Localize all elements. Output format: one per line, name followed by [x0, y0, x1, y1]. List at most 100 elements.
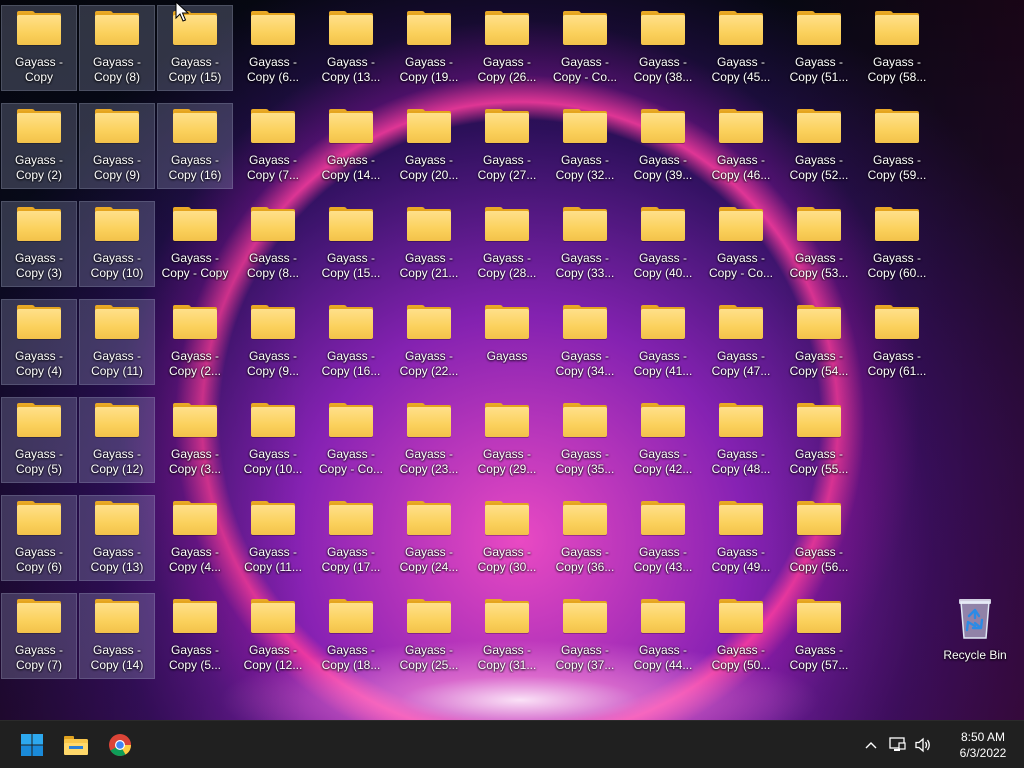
desktop-folder[interactable]: Gayass - Copy (14... — [313, 103, 389, 189]
desktop-folder[interactable]: Gayass - Copy (49... — [703, 495, 779, 581]
desktop-folder[interactable]: Gayass - Copy (47... — [703, 299, 779, 385]
desktop-folder[interactable]: Gayass - Copy (2) — [1, 103, 77, 189]
desktop-folder[interactable]: Gayass - Copy (3) — [1, 201, 77, 287]
desktop-folder[interactable]: Gayass - Copy (11... — [235, 495, 311, 581]
desktop-folder[interactable]: Gayass - Copy (61... — [859, 299, 935, 385]
folder-icon — [485, 109, 529, 143]
desktop-folder[interactable]: Gayass - Copy (19... — [391, 5, 467, 91]
desktop-folder[interactable]: Gayass - Copy (12... — [235, 593, 311, 679]
desktop-folder[interactable]: Gayass - Copy (45... — [703, 5, 779, 91]
desktop-folder[interactable]: Gayass - Copy (4... — [157, 495, 233, 581]
desktop-folder[interactable]: Gayass - Copy (2... — [157, 299, 233, 385]
desktop-folder[interactable]: Gayass - Copy - Co... — [703, 201, 779, 287]
desktop-folder[interactable]: Gayass - Copy (58... — [859, 5, 935, 91]
desktop-folder[interactable]: Gayass - Copy (41... — [625, 299, 701, 385]
desktop-folder[interactable]: Gayass - Copy (15... — [313, 201, 389, 287]
taskbar-clock[interactable]: 8:50 AM 6/3/2022 — [942, 729, 1024, 761]
desktop-folder[interactable]: Gayass - Copy (18... — [313, 593, 389, 679]
desktop-folder[interactable]: Gayass - Copy (5... — [157, 593, 233, 679]
desktop-folder[interactable]: Gayass - Copy (8) — [79, 5, 155, 91]
desktop-folder[interactable]: Gayass - Copy (22... — [391, 299, 467, 385]
desktop-folder[interactable]: Gayass - Copy (9) — [79, 103, 155, 189]
desktop-folder[interactable]: Gayass - Copy (56... — [781, 495, 857, 581]
desktop-folder[interactable]: Gayass - Copy (31... — [469, 593, 545, 679]
chrome-icon — [109, 734, 131, 756]
desktop-folder[interactable]: Gayass - Copy (14) — [79, 593, 155, 679]
desktop-folder[interactable]: Gayass - Copy (4) — [1, 299, 77, 385]
desktop-folder[interactable]: Gayass - Copy (17... — [313, 495, 389, 581]
folder-label: Gayass - Copy - Copy — [161, 251, 229, 280]
desktop-folder[interactable]: Gayass - Copy (7... — [235, 103, 311, 189]
folder-label: Gayass - Copy (57... — [789, 643, 849, 672]
desktop-folder[interactable]: Gayass - Copy (11) — [79, 299, 155, 385]
desktop-folder[interactable]: Gayass - Copy (28... — [469, 201, 545, 287]
desktop-folder[interactable]: Gayass - Copy (13... — [313, 5, 389, 91]
desktop-folder[interactable]: Gayass - Copy (46... — [703, 103, 779, 189]
desktop-folder[interactable]: Gayass - Copy (26... — [469, 5, 545, 91]
desktop-folder[interactable]: Gayass - Copy (48... — [703, 397, 779, 483]
folder-icon — [485, 599, 529, 633]
chrome-button[interactable] — [100, 725, 140, 765]
desktop-folder[interactable]: Gayass - Copy (3... — [157, 397, 233, 483]
desktop-folder[interactable]: Gayass - Copy (42... — [625, 397, 701, 483]
desktop-folder[interactable]: Gayass - Copy (52... — [781, 103, 857, 189]
desktop-folder[interactable]: Gayass - Copy - Co... — [547, 5, 623, 91]
folder-icon — [251, 599, 295, 633]
desktop-background[interactable]: Gayass - Copy Gayass - Copy (2) Gayass - C… — [0, 0, 1024, 720]
recycle-bin-label: Recycle Bin — [943, 648, 1007, 662]
desktop-folder[interactable]: Gayass - Copy (23... — [391, 397, 467, 483]
desktop-folder[interactable]: Gayass - Copy (30... — [469, 495, 545, 581]
desktop-folder[interactable]: Gayass - Copy (20... — [391, 103, 467, 189]
desktop-folder[interactable]: Gayass - Copy (5) — [1, 397, 77, 483]
desktop-folder[interactable]: Gayass — [469, 299, 545, 385]
desktop-folder[interactable]: Gayass - Copy — [1, 5, 77, 91]
desktop-folder[interactable]: Gayass - Copy (16... — [313, 299, 389, 385]
desktop-folder[interactable]: Gayass - Copy (36... — [547, 495, 623, 581]
desktop-folder[interactable]: Gayass - Copy (29... — [469, 397, 545, 483]
folder-label: Gayass - Copy (7... — [246, 153, 300, 182]
desktop-folder[interactable]: Gayass - Copy (40... — [625, 201, 701, 287]
volume-icon[interactable] — [910, 730, 936, 760]
desktop-folder[interactable]: Gayass - Copy (6... — [235, 5, 311, 91]
desktop-folder[interactable]: Gayass - Copy - Co... — [313, 397, 389, 483]
desktop-folder[interactable]: Gayass - Copy (24... — [391, 495, 467, 581]
file-explorer-button[interactable] — [56, 725, 96, 765]
desktop-folder[interactable]: Gayass - Copy (57... — [781, 593, 857, 679]
desktop-folder[interactable]: Gayass - Copy (9... — [235, 299, 311, 385]
desktop-folder[interactable]: Gayass - Copy (39... — [625, 103, 701, 189]
desktop-folder[interactable]: Gayass - Copy (59... — [859, 103, 935, 189]
desktop-folder[interactable]: Gayass - Copy (44... — [625, 593, 701, 679]
desktop-folder[interactable]: Gayass - Copy (6) — [1, 495, 77, 581]
desktop-folder[interactable]: Gayass - Copy (37... — [547, 593, 623, 679]
folder-label: Gayass - Copy (11... — [244, 545, 302, 574]
desktop-folder[interactable]: Gayass - Copy (8... — [235, 201, 311, 287]
desktop-folder[interactable]: Gayass - Copy (25... — [391, 593, 467, 679]
desktop-folder[interactable]: Gayass - Copy (38... — [625, 5, 701, 91]
desktop-folder[interactable]: Gayass - Copy (53... — [781, 201, 857, 287]
folder-icon — [251, 501, 295, 535]
network-icon[interactable] — [884, 730, 910, 760]
chevron-up-icon[interactable] — [858, 730, 884, 760]
desktop-folder[interactable]: Gayass - Copy (21... — [391, 201, 467, 287]
desktop-folder[interactable]: Gayass - Copy (32... — [547, 103, 623, 189]
desktop-folder[interactable]: Gayass - Copy (10) — [79, 201, 155, 287]
desktop-folder[interactable]: Gayass - Copy (43... — [625, 495, 701, 581]
desktop-folder[interactable]: Gayass - Copy (55... — [781, 397, 857, 483]
desktop-folder[interactable]: Gayass - Copy (7) — [1, 593, 77, 679]
start-button[interactable] — [12, 725, 52, 765]
desktop-folder[interactable]: Gayass - Copy - Copy — [157, 201, 233, 287]
desktop-folder[interactable]: Gayass - Copy (12) — [79, 397, 155, 483]
desktop-folder[interactable]: Gayass - Copy (27... — [469, 103, 545, 189]
desktop-folder[interactable]: Gayass - Copy (35... — [547, 397, 623, 483]
desktop-folder[interactable]: Gayass - Copy (33... — [547, 201, 623, 287]
desktop-folder[interactable]: Gayass - Copy (60... — [859, 201, 935, 287]
desktop-folder[interactable]: Gayass - Copy (51... — [781, 5, 857, 91]
desktop-folder[interactable]: Gayass - Copy (10... — [235, 397, 311, 483]
desktop-folder[interactable]: Gayass - Copy (15) — [157, 5, 233, 91]
desktop-folder[interactable]: Gayass - Copy (34... — [547, 299, 623, 385]
desktop-folder[interactable]: Gayass - Copy (50... — [703, 593, 779, 679]
desktop-folder[interactable]: Gayass - Copy (13) — [79, 495, 155, 581]
desktop-folder[interactable]: Gayass - Copy (54... — [781, 299, 857, 385]
recycle-bin-shortcut[interactable]: Recycle Bin — [937, 592, 1013, 672]
desktop-folder[interactable]: Gayass - Copy (16) — [157, 103, 233, 189]
